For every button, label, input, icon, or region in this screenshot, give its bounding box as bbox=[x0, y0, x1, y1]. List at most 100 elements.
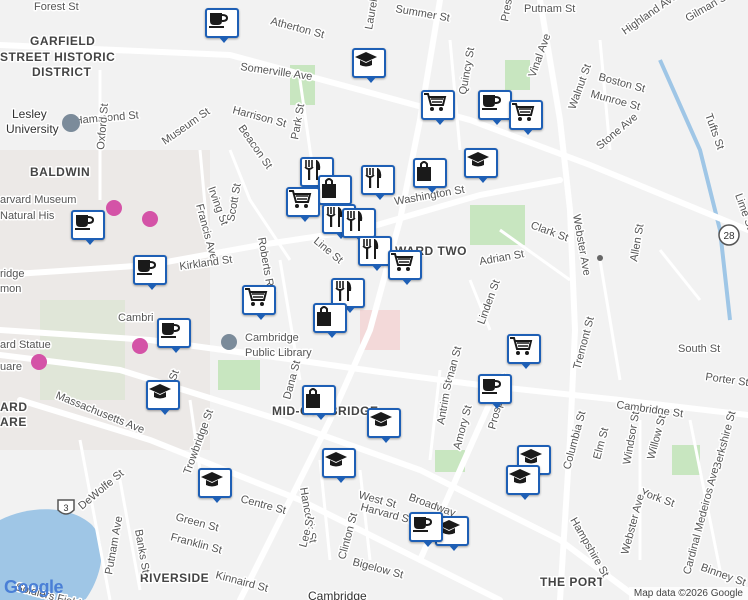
street-label: Quincy St bbox=[457, 46, 477, 95]
poi-label: ard Statue bbox=[0, 339, 51, 351]
school-icon bbox=[467, 152, 489, 167]
shopping-cart-icon bbox=[510, 337, 533, 355]
street-label: Summer St bbox=[394, 3, 450, 24]
cafe-icon bbox=[209, 13, 229, 28]
map-marker-school[interactable] bbox=[352, 48, 386, 84]
area-label: THE PORT bbox=[540, 575, 605, 589]
map-marker-school[interactable] bbox=[198, 468, 232, 504]
restaurant-icon bbox=[365, 168, 382, 188]
street-label: Webster Ave bbox=[619, 493, 647, 556]
marker-pin bbox=[358, 236, 392, 271]
map-marker-cafe[interactable] bbox=[205, 8, 239, 44]
marker-pin bbox=[71, 210, 105, 245]
route-3-badge: 3 bbox=[55, 498, 77, 520]
marker-pin bbox=[464, 148, 498, 183]
street-label: Putnam St bbox=[524, 3, 575, 15]
area-label: BALDWIN bbox=[30, 165, 90, 179]
landmark-icon bbox=[31, 354, 47, 370]
poi-label: uare bbox=[0, 361, 22, 373]
map-attribution[interactable]: Map data ©2026 Google bbox=[628, 587, 748, 600]
school-icon bbox=[325, 452, 347, 467]
university-icon bbox=[62, 114, 80, 132]
street-label: Allen St bbox=[628, 223, 646, 262]
street-label: Berkshire St bbox=[711, 410, 738, 471]
map-marker-cafe[interactable] bbox=[133, 255, 167, 291]
marker-pin bbox=[133, 255, 167, 290]
shopping-cart-icon bbox=[512, 103, 535, 121]
street-label: Franklin St bbox=[169, 531, 223, 556]
street-label: Oxford St bbox=[95, 103, 111, 150]
poi-label: ridge bbox=[0, 268, 24, 280]
map-marker-cafe[interactable] bbox=[478, 374, 512, 410]
marker-pin bbox=[157, 318, 191, 353]
map-marker-restaurant[interactable] bbox=[361, 165, 395, 201]
marker-pin bbox=[352, 48, 386, 83]
school-icon bbox=[149, 384, 171, 399]
poi-label: Cambri bbox=[118, 312, 153, 324]
map-marker-cafe[interactable] bbox=[478, 90, 512, 126]
map-marker-cart[interactable] bbox=[388, 250, 422, 286]
school-icon bbox=[201, 472, 223, 487]
marker-pin bbox=[506, 465, 540, 500]
route-28-badge: 28 bbox=[718, 224, 740, 246]
map-marker-school[interactable] bbox=[464, 148, 498, 184]
poi-label: Cambridge bbox=[245, 332, 299, 344]
poi-label: ARD bbox=[0, 400, 28, 414]
cafe-icon bbox=[482, 95, 502, 110]
cafe-icon bbox=[137, 260, 157, 275]
map-marker-school[interactable] bbox=[506, 465, 540, 501]
map-marker-cart[interactable] bbox=[509, 100, 543, 136]
shopping-bag-icon bbox=[322, 178, 336, 198]
map-marker-school[interactable] bbox=[322, 448, 356, 484]
area-label: GARFIELD bbox=[30, 34, 95, 48]
street-label: Columbia St bbox=[561, 410, 588, 471]
map-canvas[interactable]: GARFIELD STREET HISTORIC DISTRICT BALDWI… bbox=[0, 0, 748, 600]
map-marker-cart[interactable] bbox=[507, 334, 541, 370]
marker-pin bbox=[313, 303, 347, 338]
area-label: STREET HISTORIC bbox=[0, 50, 115, 64]
street-label: Centre St bbox=[239, 493, 287, 517]
museum-icon bbox=[106, 200, 122, 216]
shopping-bag-icon bbox=[417, 161, 431, 181]
street-label: Putnam Ave bbox=[103, 515, 125, 575]
street-label: Binney St bbox=[699, 562, 747, 589]
area-label: Cambridge bbox=[308, 589, 367, 600]
street-label: Laurel St bbox=[363, 0, 382, 31]
map-marker-restaurant[interactable] bbox=[358, 236, 392, 272]
marker-pin bbox=[198, 468, 232, 503]
map-marker-cart[interactable] bbox=[421, 90, 455, 126]
restaurant-icon bbox=[362, 239, 379, 259]
map-marker-cafe[interactable] bbox=[71, 210, 105, 246]
map-marker-shop[interactable] bbox=[313, 303, 347, 339]
shopping-bag-icon bbox=[306, 388, 320, 408]
restaurant-icon bbox=[335, 281, 352, 301]
shopping-cart-icon bbox=[289, 190, 312, 208]
map-marker-shop[interactable] bbox=[413, 158, 447, 194]
park-area bbox=[470, 205, 525, 245]
street-label: Willow St bbox=[645, 414, 668, 461]
cafe-icon bbox=[413, 517, 433, 532]
map-marker-shop[interactable] bbox=[302, 385, 336, 421]
street-label: Museum St bbox=[160, 106, 212, 148]
map-marker-school[interactable] bbox=[367, 408, 401, 444]
restaurant-icon bbox=[326, 207, 343, 227]
street-label: Dana St bbox=[281, 359, 303, 401]
street-label: Tufts St bbox=[702, 112, 726, 151]
svg-text:3: 3 bbox=[63, 503, 68, 513]
map-marker-cafe[interactable] bbox=[157, 318, 191, 354]
poi-label: ARE bbox=[0, 415, 27, 429]
map-marker-school[interactable] bbox=[146, 380, 180, 416]
library-icon bbox=[221, 334, 237, 350]
marker-pin bbox=[507, 334, 541, 369]
poi-label: University bbox=[6, 122, 59, 136]
svg-text:28: 28 bbox=[723, 231, 735, 242]
street-label: Clark St bbox=[529, 220, 570, 245]
map-marker-cart[interactable] bbox=[286, 187, 320, 223]
landmark-icon bbox=[132, 338, 148, 354]
route-shield-icon: 3 bbox=[57, 499, 75, 515]
map-marker-cart[interactable] bbox=[242, 285, 276, 321]
park-area bbox=[218, 360, 260, 390]
marker-pin bbox=[413, 158, 447, 193]
street-label: Stone Ave bbox=[594, 111, 640, 152]
map-marker-cafe[interactable] bbox=[409, 512, 443, 548]
